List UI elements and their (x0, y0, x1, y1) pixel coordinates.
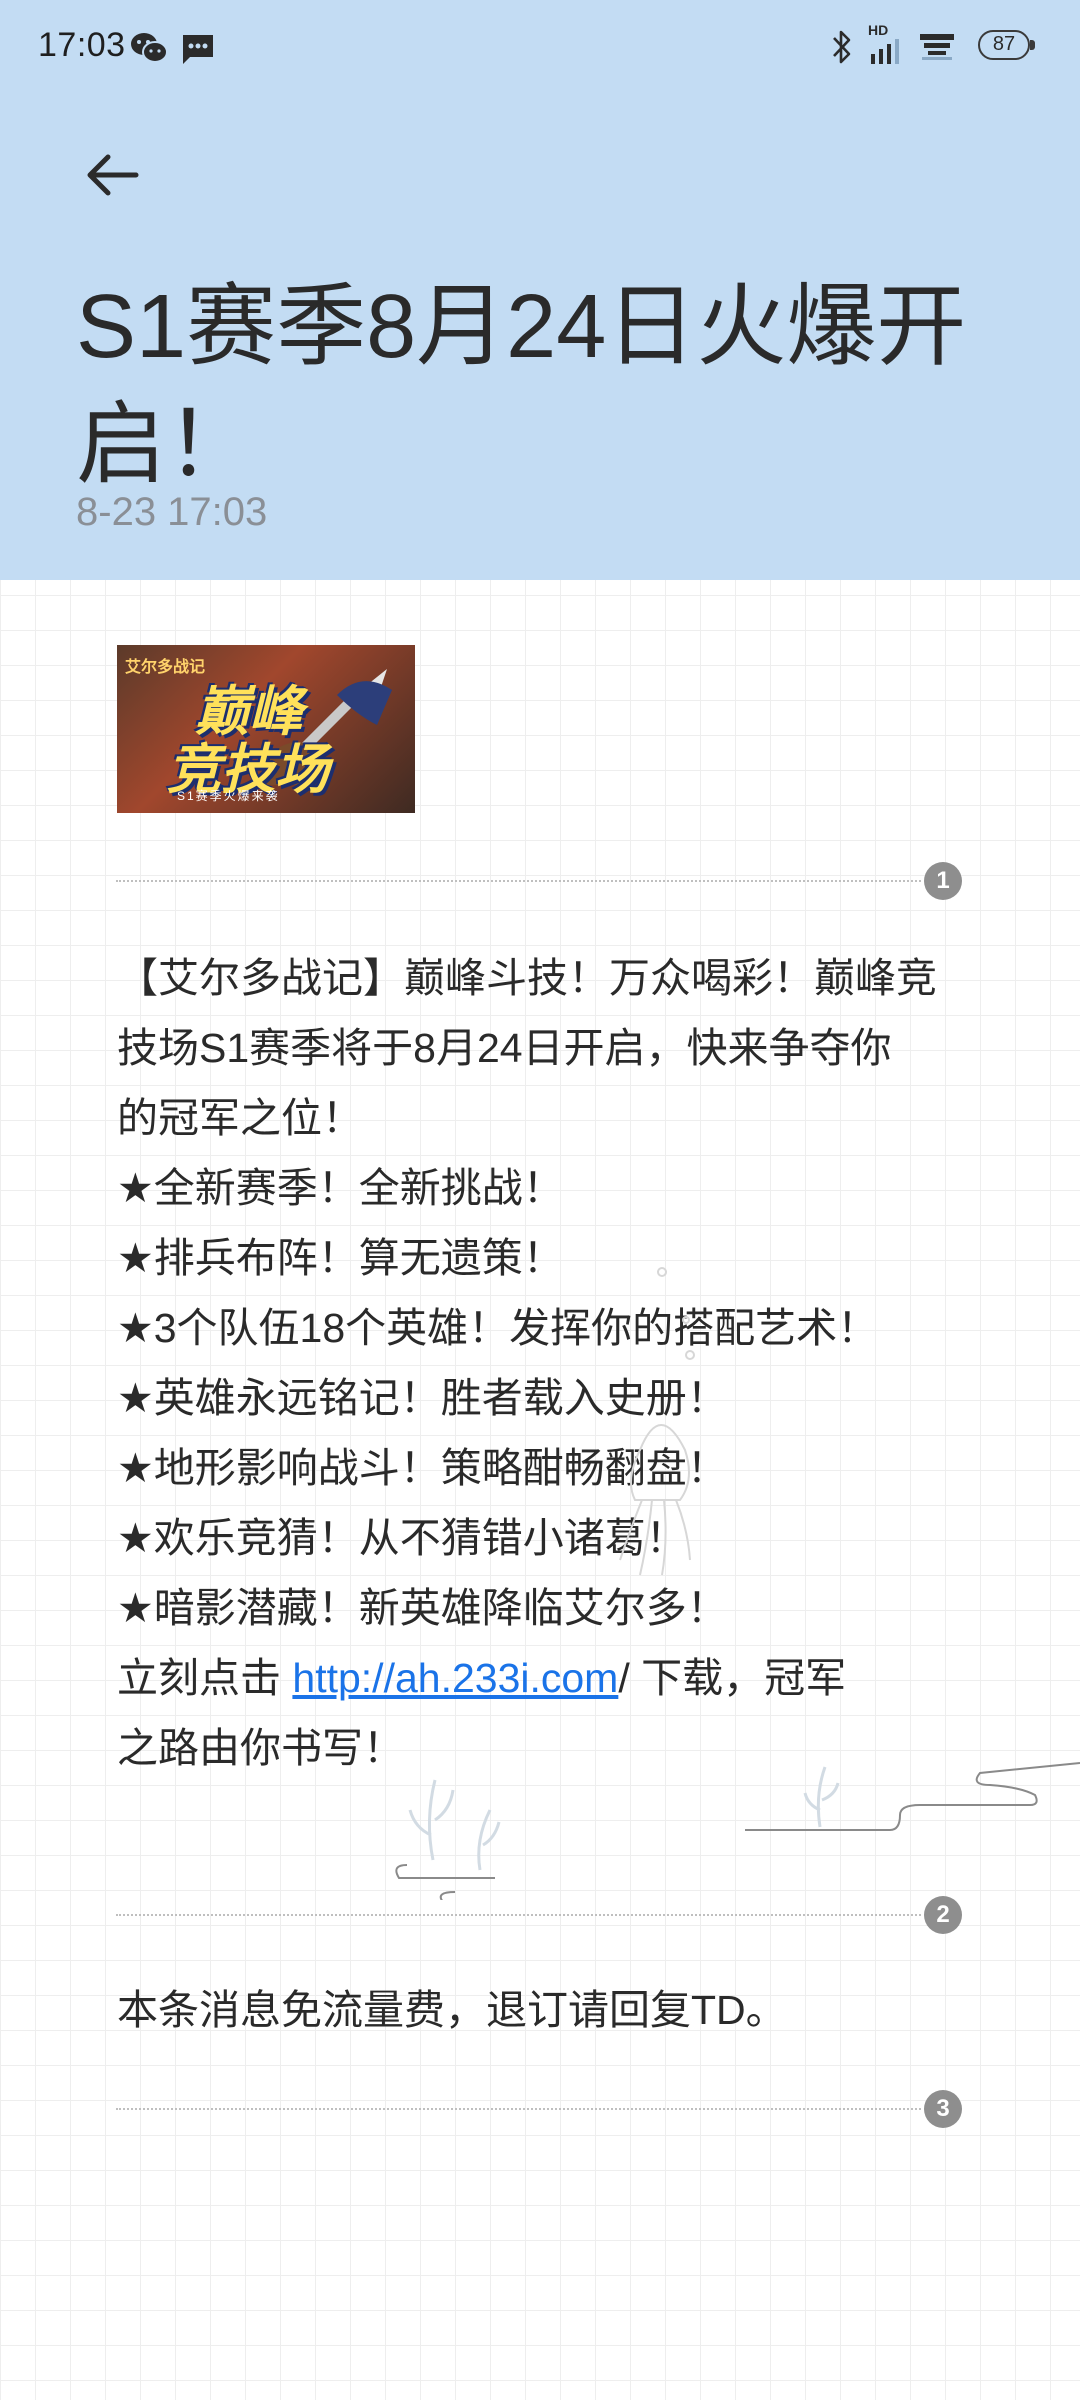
link-prefix: 立刻点击 (117, 1655, 293, 1701)
banner-subtitle: S1赛季火爆来袭 (177, 789, 280, 803)
message-line: ★排兵布阵！算无遗策！ (117, 1235, 564, 1281)
battery-indicator: 87 (978, 30, 1030, 60)
hd-label: HD (868, 22, 889, 38)
message-line: ★暗影潜藏！新英雄降临艾尔多！ (117, 1585, 728, 1631)
unsubscribe-note: 本条消息免流量费，退订请回复TD。 (117, 1987, 787, 2033)
squid-doodle-icon (619, 1267, 695, 1576)
page-title: S1赛季8月24日火爆开 启！ (76, 268, 976, 504)
message-line: 的冠军之位！ (117, 1095, 363, 1141)
page-date: 8-23 17:03 (76, 490, 268, 534)
section-badge-2: 2 (924, 1896, 962, 1934)
wave-doodle-icon (745, 1762, 1080, 1831)
section-divider-3 (116, 2108, 921, 2110)
status-bar: 17:03 HD 87 (0, 0, 1080, 96)
page-title-line2: 启！ (76, 395, 256, 495)
hd-signal-icon (871, 39, 899, 64)
message-body: 【艾尔多战记】巅峰斗技！万众喝彩！巅峰竞 技场S1赛季将于8月24日开启，快来争… (117, 943, 967, 1783)
section-badge-1: 1 (924, 862, 962, 900)
message-icon (183, 35, 213, 64)
download-link[interactable]: http://ah.233i.com (292, 1655, 618, 1701)
status-time: 17:03 (38, 26, 126, 64)
message-line: 技场S1赛季将于8月24日开启，快来争夺你 (117, 1025, 892, 1071)
link-suffix: / 下载，冠军 (618, 1655, 847, 1701)
page-title-line1: S1赛季8月24日火爆开 (76, 277, 967, 377)
message-line: ★欢乐竞猜！从不猜错小诸葛！ (117, 1515, 687, 1561)
section-divider-1 (116, 880, 921, 882)
message-line: ★全新赛季！全新挑战！ (117, 1165, 564, 1211)
message-line: ★3个队伍18个英雄！发挥你的搭配艺术！ (117, 1305, 879, 1351)
seaweed-doodle-icon (395, 1779, 501, 1900)
message-line: ★英雄永远铭记！胜者载入史册！ (117, 1375, 728, 1421)
message-link-line: 立刻点击 http://ah.233i.com/ 下载，冠军 (117, 1643, 967, 1713)
wechat-icon (131, 33, 168, 63)
message-line: ★地形影响战斗！策略酣畅翻盘！ (117, 1445, 728, 1491)
wifi-icon (920, 34, 954, 60)
message-line: 【艾尔多战记】巅峰斗技！万众喝彩！巅峰竞 (117, 955, 937, 1001)
bluetooth-icon (833, 30, 851, 64)
section-badge-3: 3 (924, 2090, 962, 2128)
banner-game-logo: 艾尔多战记 (125, 659, 206, 676)
banner-image[interactable]: 艾尔多战记 巅峰 竞技场 S1赛季火爆来袭 (117, 645, 415, 813)
section-divider-2 (116, 1914, 921, 1916)
battery-tip (1030, 40, 1035, 50)
header-wave-edge (0, 560, 1080, 580)
back-arrow-icon[interactable] (78, 145, 148, 205)
